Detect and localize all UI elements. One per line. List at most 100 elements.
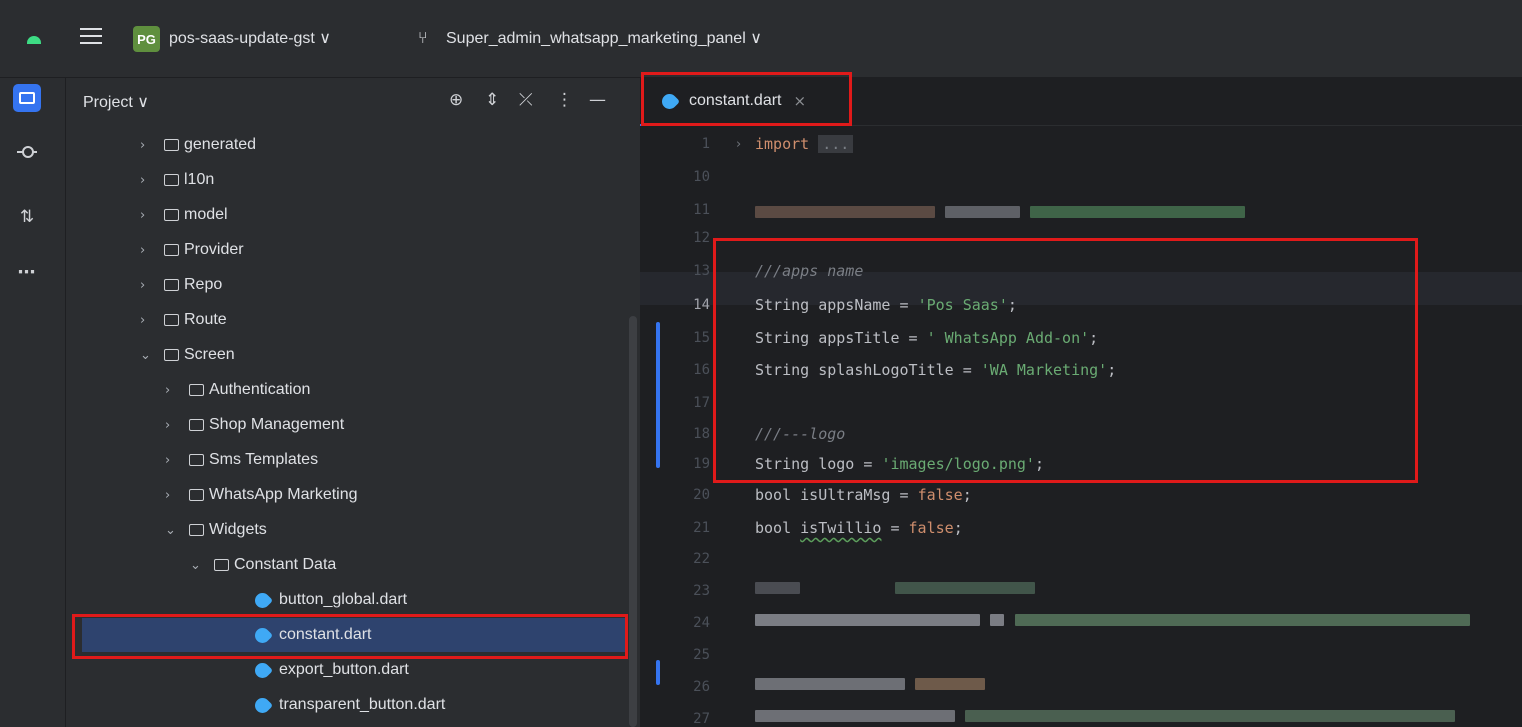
- folder-icon: [164, 314, 179, 326]
- blurred-code: [945, 206, 1020, 218]
- tree-item-label: Repo: [184, 276, 223, 293]
- tree-item-label: Provider: [184, 241, 244, 258]
- project-scrollbar[interactable]: [629, 316, 637, 727]
- project-selector[interactable]: pos-saas-update-gst ∨: [169, 28, 331, 48]
- chevron-down-icon[interactable]: ⌄: [140, 348, 164, 363]
- options-icon[interactable]: ⋮: [556, 90, 573, 110]
- code-line-21: bool isTwillio = false;: [755, 519, 963, 537]
- folder-icon: [189, 489, 204, 501]
- chevron-down-icon[interactable]: ⌄: [165, 523, 189, 538]
- tree-item-provider[interactable]: › Provider: [140, 233, 700, 267]
- line-number: 20: [693, 487, 710, 503]
- project-panel-header: Project ∨ ⊕ ⇕ ⤫ ⋮ —: [66, 78, 640, 126]
- commit-tool-button[interactable]: [13, 138, 41, 166]
- tree-item-label: model: [184, 206, 228, 223]
- highlight-box-tab: [641, 72, 852, 126]
- line-number: 17: [693, 395, 710, 411]
- blurred-code: [1015, 614, 1470, 626]
- blurred-code: [895, 582, 1035, 594]
- tree-item-route[interactable]: › Route: [140, 303, 700, 337]
- folder-icon: [214, 559, 229, 571]
- line-number: 13: [693, 263, 710, 279]
- folder-icon: [189, 454, 204, 466]
- line-number: 16: [693, 362, 710, 378]
- folder-icon: [189, 419, 204, 431]
- tree-item-label: WhatsApp Marketing: [209, 486, 358, 503]
- tree-item-label: Screen: [184, 346, 235, 363]
- expand-all-icon[interactable]: ⇕: [485, 90, 499, 110]
- chevron-right-icon[interactable]: ›: [140, 243, 164, 258]
- editor: constant.dart × 1 10 11 12 13 14 15 16 1…: [640, 72, 1522, 727]
- tree-item-generated[interactable]: › generated: [140, 128, 700, 162]
- folder-icon: [164, 279, 179, 291]
- chevron-right-icon[interactable]: ›: [140, 208, 164, 223]
- project-panel: Project ∨ ⊕ ⇕ ⤫ ⋮ — › generated › l10n › mo…: [66, 78, 640, 727]
- folded-imports[interactable]: ...: [818, 135, 854, 153]
- dart-file-icon: [251, 589, 274, 611]
- tree-item-label: Shop Management: [209, 416, 345, 433]
- blurred-code: [755, 678, 905, 690]
- tree-item-label: Constant Data: [234, 556, 337, 573]
- line-number: 27: [693, 711, 710, 727]
- highlight-box-selected-file: [72, 614, 628, 659]
- tree-item-l10n[interactable]: › l10n: [140, 163, 700, 197]
- folder-icon: [164, 349, 179, 361]
- folder-icon: [189, 384, 204, 396]
- dart-file-icon: [251, 694, 274, 716]
- line-number: 15: [693, 330, 710, 346]
- tree-item-label: transparent_button.dart: [279, 696, 446, 713]
- code-line-20: bool isUltraMsg = false;: [755, 486, 972, 504]
- line-number: 12: [693, 230, 710, 246]
- tree-item-model[interactable]: › model: [140, 198, 700, 232]
- chevron-right-icon[interactable]: ›: [165, 488, 189, 503]
- folder-icon: [164, 139, 179, 151]
- tree-item-label: Sms Templates: [209, 451, 319, 468]
- branch-selector[interactable]: Super_admin_whatsapp_marketing_panel ∨: [446, 28, 762, 48]
- blurred-code: [755, 710, 955, 722]
- blurred-code: [755, 614, 980, 626]
- chevron-right-icon[interactable]: ›: [165, 383, 189, 398]
- blurred-code: [965, 710, 1455, 722]
- folder-icon: [19, 92, 35, 104]
- chevron-right-icon[interactable]: ›: [165, 418, 189, 433]
- typo-warning[interactable]: isTwillio: [800, 519, 881, 537]
- dart-file-icon: [251, 659, 274, 681]
- collapse-all-icon[interactable]: ⤫: [519, 90, 533, 110]
- project-tool-button[interactable]: [13, 84, 41, 112]
- tool-window-strip: ⇅ ⋯: [0, 78, 66, 727]
- hide-panel-icon[interactable]: —: [589, 90, 606, 110]
- chevron-right-icon[interactable]: ›: [140, 138, 164, 153]
- editor-tab-bar: constant.dart ×: [640, 72, 1522, 126]
- line-number: 21: [693, 520, 710, 536]
- pull-requests-icon[interactable]: ⇅: [13, 203, 41, 231]
- chevron-right-icon[interactable]: ›: [140, 278, 164, 293]
- more-tools-icon[interactable]: ⋯: [13, 258, 41, 286]
- line-number: 25: [693, 647, 710, 663]
- folder-icon: [164, 209, 179, 221]
- line-number: 10: [693, 169, 710, 185]
- tree-item-label: Widgets: [209, 521, 267, 538]
- project-badge[interactable]: PG: [133, 26, 160, 52]
- tree-item-label: Authentication: [209, 381, 311, 398]
- tree-item-label: l10n: [184, 171, 215, 188]
- chevron-down-icon[interactable]: ⌄: [190, 558, 214, 573]
- fold-expand-icon[interactable]: ›: [736, 128, 741, 161]
- tree-item-label: export_button.dart: [279, 661, 409, 678]
- main-menu-icon[interactable]: [80, 28, 102, 46]
- line-number: 24: [693, 615, 710, 631]
- line-number: 19: [693, 456, 710, 472]
- folder-icon: [164, 244, 179, 256]
- highlight-box-code: [713, 238, 1418, 483]
- chevron-right-icon[interactable]: ›: [165, 453, 189, 468]
- chevron-right-icon[interactable]: ›: [140, 313, 164, 328]
- tree-item-repo[interactable]: › Repo: [140, 268, 700, 302]
- tree-item-screen[interactable]: ⌄ Screen: [140, 338, 700, 372]
- locate-file-icon[interactable]: ⊕: [449, 90, 463, 110]
- chevron-right-icon[interactable]: ›: [140, 173, 164, 188]
- tree-item-label: generated: [184, 136, 257, 153]
- folder-icon: [164, 174, 179, 186]
- project-view-selector[interactable]: Project ∨: [83, 92, 149, 112]
- blurred-code: [990, 614, 1004, 626]
- line-number: 22: [693, 551, 710, 567]
- line-number: 23: [693, 583, 710, 599]
